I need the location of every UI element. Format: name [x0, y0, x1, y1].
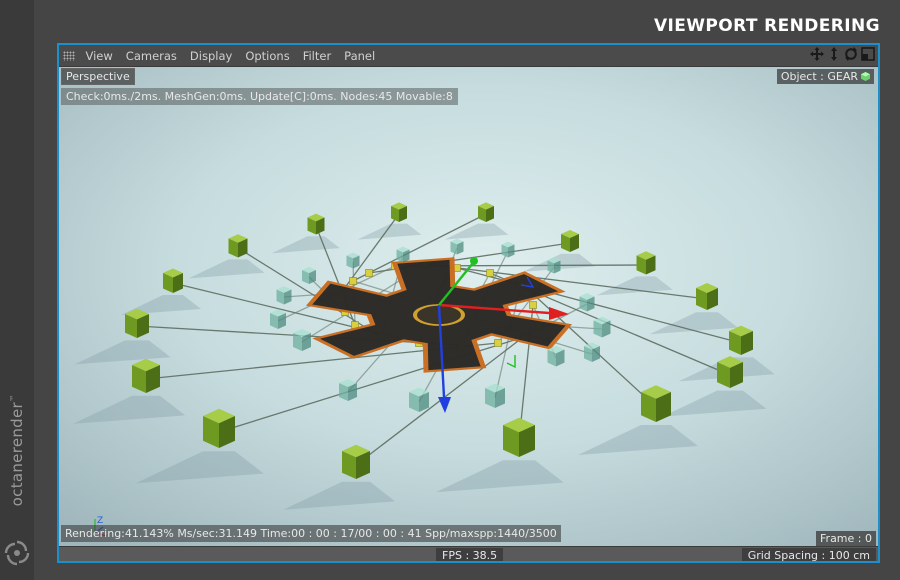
- page-title: VIEWPORT RENDERING: [653, 16, 880, 36]
- menu-display[interactable]: Display: [183, 49, 238, 63]
- brand-name: octanerender: [8, 401, 26, 507]
- viewport-nav-icons: [810, 47, 875, 61]
- render-scene[interactable]: Z: [59, 67, 878, 546]
- frame-counter: Frame : 0: [816, 531, 876, 546]
- maximize-icon[interactable]: [861, 47, 875, 61]
- brand-wordmark: octanerender™: [8, 394, 26, 507]
- viewport-window[interactable]: View Cameras Display Options Filter Pane…: [57, 43, 880, 563]
- menu-panel[interactable]: Panel: [338, 49, 382, 63]
- render-status: Rendering:41.143% Ms/sec:31.149 Time:00 …: [61, 525, 561, 542]
- grid-spacing-readout: Grid Spacing : 100 cm: [741, 548, 876, 561]
- zoom-icon[interactable]: [827, 47, 841, 61]
- menu-cameras[interactable]: Cameras: [119, 49, 183, 63]
- fps-readout: FPS : 38.5: [436, 548, 504, 561]
- move-icon[interactable]: [810, 47, 824, 61]
- menu-grip-icon[interactable]: [63, 50, 75, 61]
- stats-readout: Check:0ms./2ms. MeshGen:0ms. Update[C]:0…: [61, 88, 458, 105]
- viewport-menubar: View Cameras Display Options Filter Pane…: [59, 45, 878, 67]
- menu-options[interactable]: Options: [239, 49, 296, 63]
- camera-label[interactable]: Perspective: [61, 68, 135, 85]
- left-brand-strip: octanerender™: [0, 0, 34, 580]
- object-label: Object : GEAR: [776, 69, 874, 84]
- y-axis-handle-icon[interactable]: [470, 257, 478, 265]
- menu-view[interactable]: View: [79, 49, 119, 63]
- object-name: Object : GEAR: [780, 70, 858, 83]
- menu-filter[interactable]: Filter: [296, 49, 337, 63]
- rotate-icon[interactable]: [844, 47, 858, 61]
- object-cube-icon: [861, 71, 870, 81]
- brand-trademark: ™: [9, 393, 18, 402]
- octane-logo-icon: [4, 540, 30, 566]
- viewport-statusbar: FPS : 38.5 Grid Spacing : 100 cm: [59, 546, 878, 561]
